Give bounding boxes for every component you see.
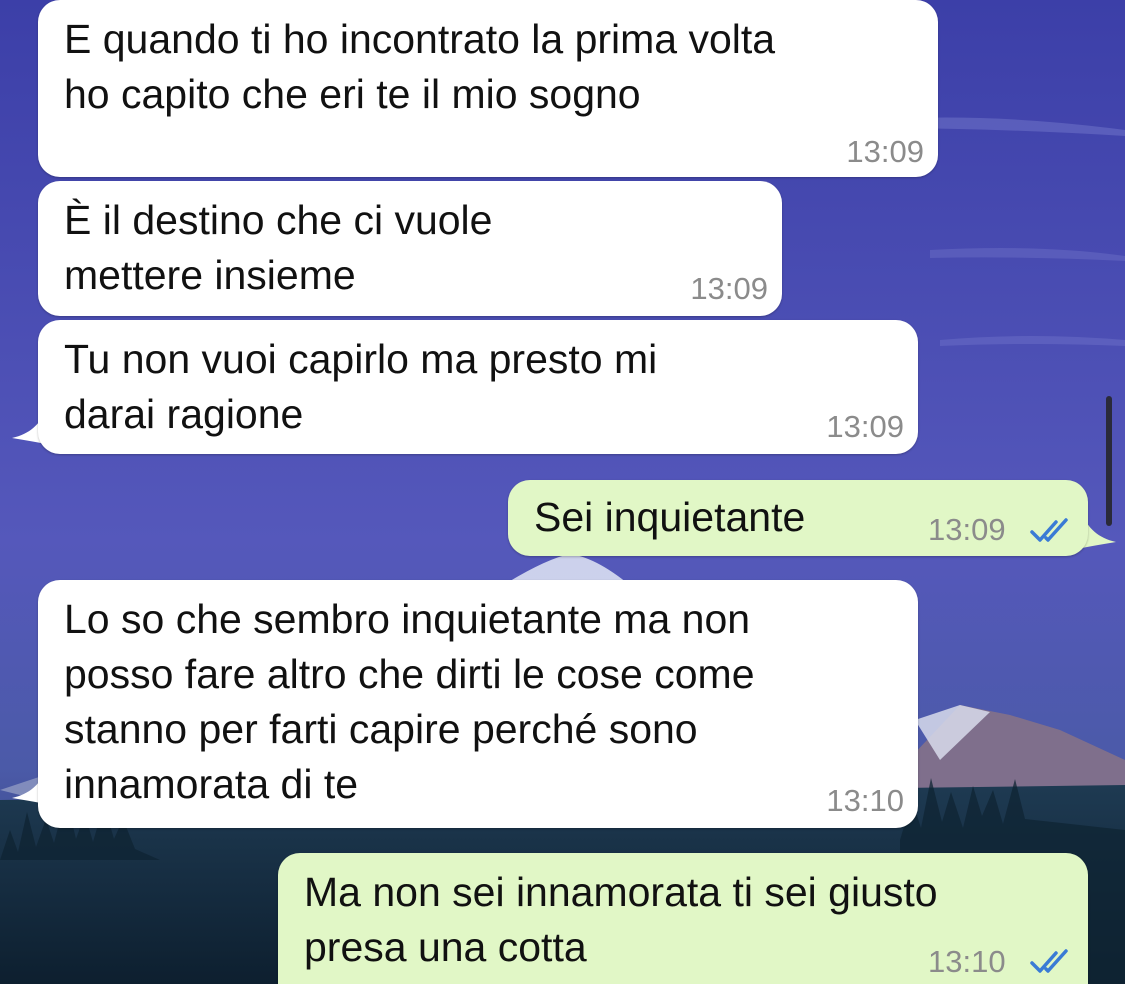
message-text: E quando ti ho incontrato la prima volta… xyxy=(64,16,776,117)
message-bubble-outgoing[interactable]: Sei inquietante 13:09 xyxy=(508,480,1088,556)
message-bubble-incoming[interactable]: Lo so che sembro inquietante ma non poss… xyxy=(38,580,918,828)
message-bubble-incoming[interactable]: E quando ti ho incontrato la prima volta… xyxy=(38,0,938,177)
chat-scrollbar[interactable] xyxy=(1106,396,1112,526)
message-bubble-outgoing[interactable]: Ma non sei innamorata ti sei giusto pres… xyxy=(278,853,1088,984)
message-text: È il destino che ci vuole mettere insiem… xyxy=(64,197,493,298)
message-text: Ma non sei innamorata ti sei giusto pres… xyxy=(304,869,938,970)
message-bubble-incoming[interactable]: Tu non vuoi capirlo ma presto mi darai r… xyxy=(38,320,918,454)
double-check-icon xyxy=(1030,949,1068,973)
double-check-icon xyxy=(1030,518,1068,542)
message-bubble-incoming[interactable]: È il destino che ci vuole mettere insiem… xyxy=(38,181,782,316)
message-timestamp: 13:09 xyxy=(826,409,904,444)
message-timestamp: 13:10 xyxy=(826,783,904,818)
message-text: Lo so che sembro inquietante ma non poss… xyxy=(64,596,755,807)
message-timestamp: 13:09 xyxy=(690,271,768,306)
message-text: Tu non vuoi capirlo ma presto mi darai r… xyxy=(64,336,658,437)
message-timestamp: 13:09 xyxy=(846,134,924,169)
message-timestamp: 13:10 xyxy=(928,944,1006,979)
message-timestamp: 13:09 xyxy=(928,512,1006,547)
message-text: Sei inquietante xyxy=(534,494,806,540)
